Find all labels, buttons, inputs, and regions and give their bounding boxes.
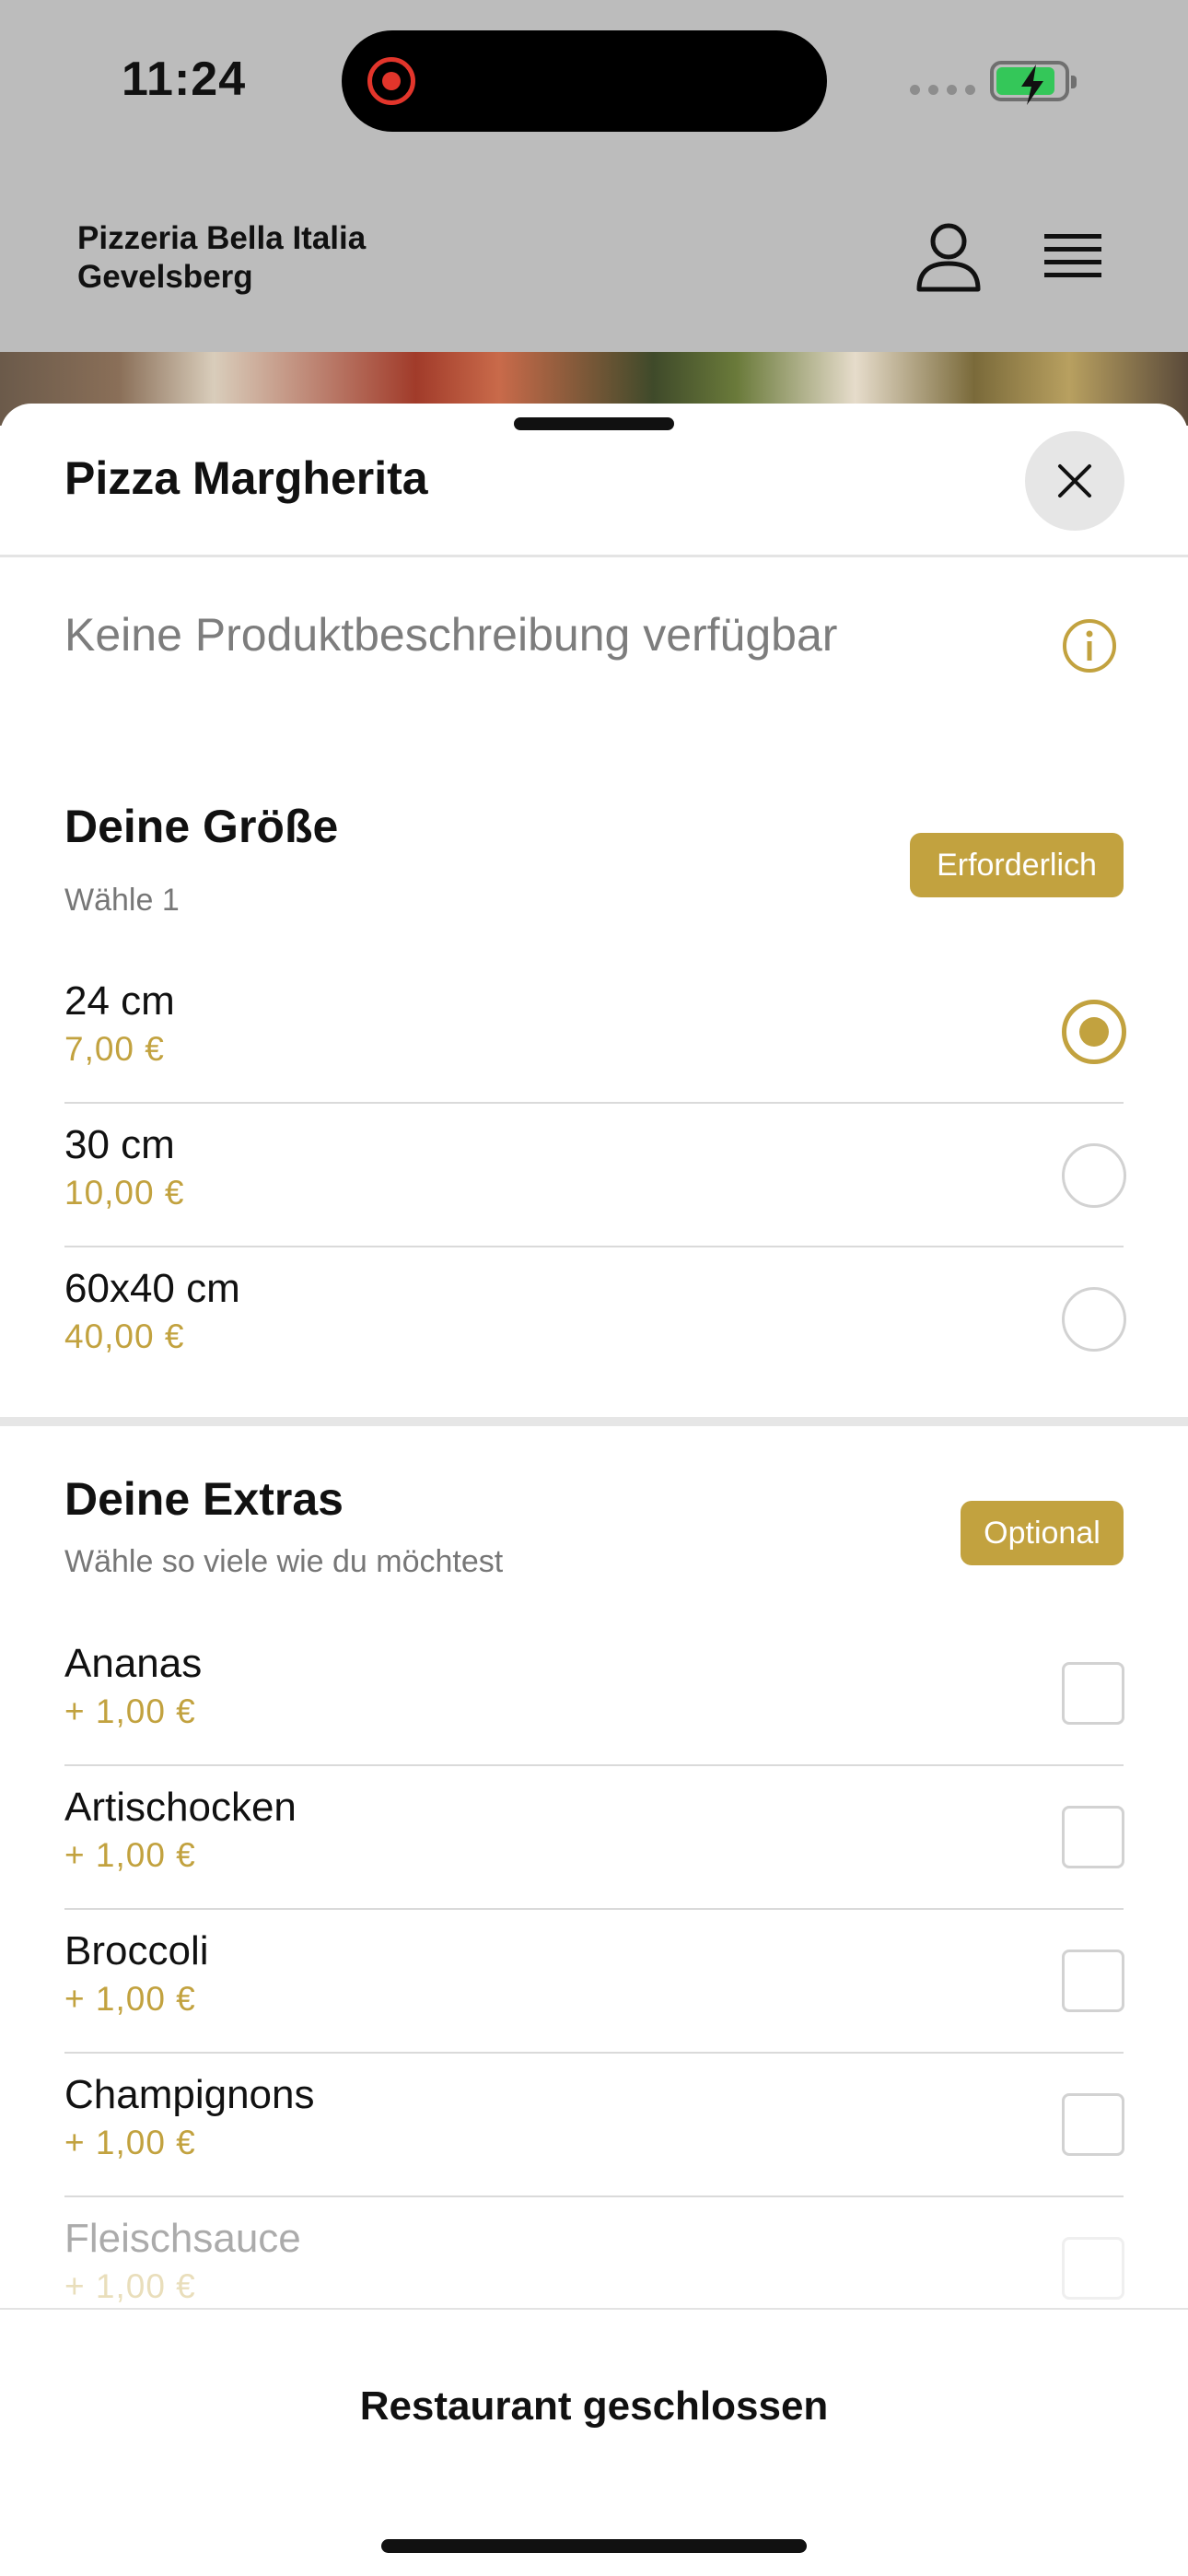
close-icon	[1058, 464, 1091, 498]
extra-option-name: Fleischsauce	[64, 2216, 301, 2261]
header-divider	[0, 555, 1188, 557]
size-radio[interactable]	[1062, 1287, 1126, 1352]
extra-option-price: + 1,00 €	[64, 2124, 196, 2161]
restaurant-closed-button[interactable]: Restaurant geschlossen	[0, 2383, 1188, 2430]
extra-option-row[interactable]: Artischocken + 1,00 €	[64, 1766, 1124, 1910]
info-icon	[1063, 619, 1116, 673]
size-option-name: 30 cm	[64, 1122, 175, 1167]
section-separator	[0, 1417, 1188, 1426]
size-option-price: 10,00 €	[64, 1174, 185, 1212]
extra-option-price: + 1,00 €	[64, 1980, 196, 2018]
size-option-row[interactable]: 24 cm 7,00 €	[64, 960, 1126, 1104]
product-description: Keine Produktbeschreibung verfügbar	[64, 609, 838, 661]
required-badge: Erforderlich	[910, 833, 1124, 897]
extra-checkbox[interactable]	[1062, 1950, 1124, 2012]
extra-checkbox[interactable]	[1062, 1662, 1124, 1725]
hamburger-menu-button[interactable]	[1041, 228, 1105, 287]
home-indicator	[381, 2539, 807, 2553]
optional-badge: Optional	[961, 1501, 1124, 1565]
extra-option-name: Artischocken	[64, 1785, 297, 1830]
size-option-price: 7,00 €	[64, 1030, 165, 1068]
footer-bar: Restaurant geschlossen	[0, 2308, 1188, 2576]
product-sheet: Pizza Margherita Keine Produktbeschreibu…	[0, 404, 1188, 2576]
extras-section-title: Deine Extras	[64, 1473, 344, 1525]
battery-charging-icon	[990, 61, 1077, 105]
extra-option-price: + 1,00 €	[64, 1692, 196, 1730]
extra-option-name: Ananas	[64, 1641, 203, 1686]
user-account-button[interactable]	[912, 221, 985, 295]
status-time: 11:24	[122, 53, 247, 106]
size-radio[interactable]	[1062, 1143, 1126, 1208]
extra-checkbox[interactable]	[1062, 2237, 1124, 2300]
size-option-row[interactable]: 30 cm 10,00 €	[64, 1104, 1126, 1247]
restaurant-name[interactable]: Pizzeria Bella Italia Gevelsberg	[77, 219, 519, 297]
product-title: Pizza Margherita	[64, 452, 428, 504]
background-app: 11:24 Pizzeria Bella Italia Gevelsberg	[0, 0, 1188, 426]
extra-option-price: + 1,00 €	[64, 1836, 196, 1874]
restaurant-name-line1: Pizzeria Bella Italia	[77, 220, 367, 256]
close-button[interactable]	[1025, 431, 1124, 531]
extra-option-row[interactable]: Broccoli + 1,00 €	[64, 1910, 1124, 2054]
dynamic-island	[342, 30, 827, 132]
extra-option-row[interactable]: Ananas + 1,00 €	[64, 1622, 1124, 1766]
info-button[interactable]	[1061, 617, 1118, 674]
extra-option-name: Champignons	[64, 2072, 315, 2117]
extra-option-name: Broccoli	[64, 1928, 209, 1973]
extra-option-row[interactable]: Champignons + 1,00 €	[64, 2054, 1124, 2197]
size-option-name: 24 cm	[64, 978, 175, 1024]
extra-checkbox[interactable]	[1062, 2093, 1124, 2156]
restaurant-name-line2: Gevelsberg	[77, 259, 253, 295]
extras-section-subtitle: Wähle so viele wie du möchtest	[64, 1544, 504, 1579]
recording-icon	[367, 57, 415, 105]
size-option-price: 40,00 €	[64, 1317, 185, 1355]
size-radio-selected[interactable]	[1062, 1000, 1126, 1064]
size-option-name: 60x40 cm	[64, 1266, 240, 1311]
sheet-grabber[interactable]	[514, 417, 674, 430]
size-section-title: Deine Größe	[64, 801, 339, 852]
hamburger-menu-icon	[1044, 234, 1101, 277]
screen: 11:24 Pizzeria Bella Italia Gevelsberg P…	[0, 0, 1188, 2576]
extra-checkbox[interactable]	[1062, 1806, 1124, 1868]
user-icon	[916, 223, 981, 292]
extra-option-price: + 1,00 €	[64, 2267, 196, 2305]
cellular-signal-icon	[910, 85, 975, 95]
size-section-subtitle: Wähle 1	[64, 883, 180, 918]
size-option-row[interactable]: 60x40 cm 40,00 €	[64, 1247, 1126, 1391]
